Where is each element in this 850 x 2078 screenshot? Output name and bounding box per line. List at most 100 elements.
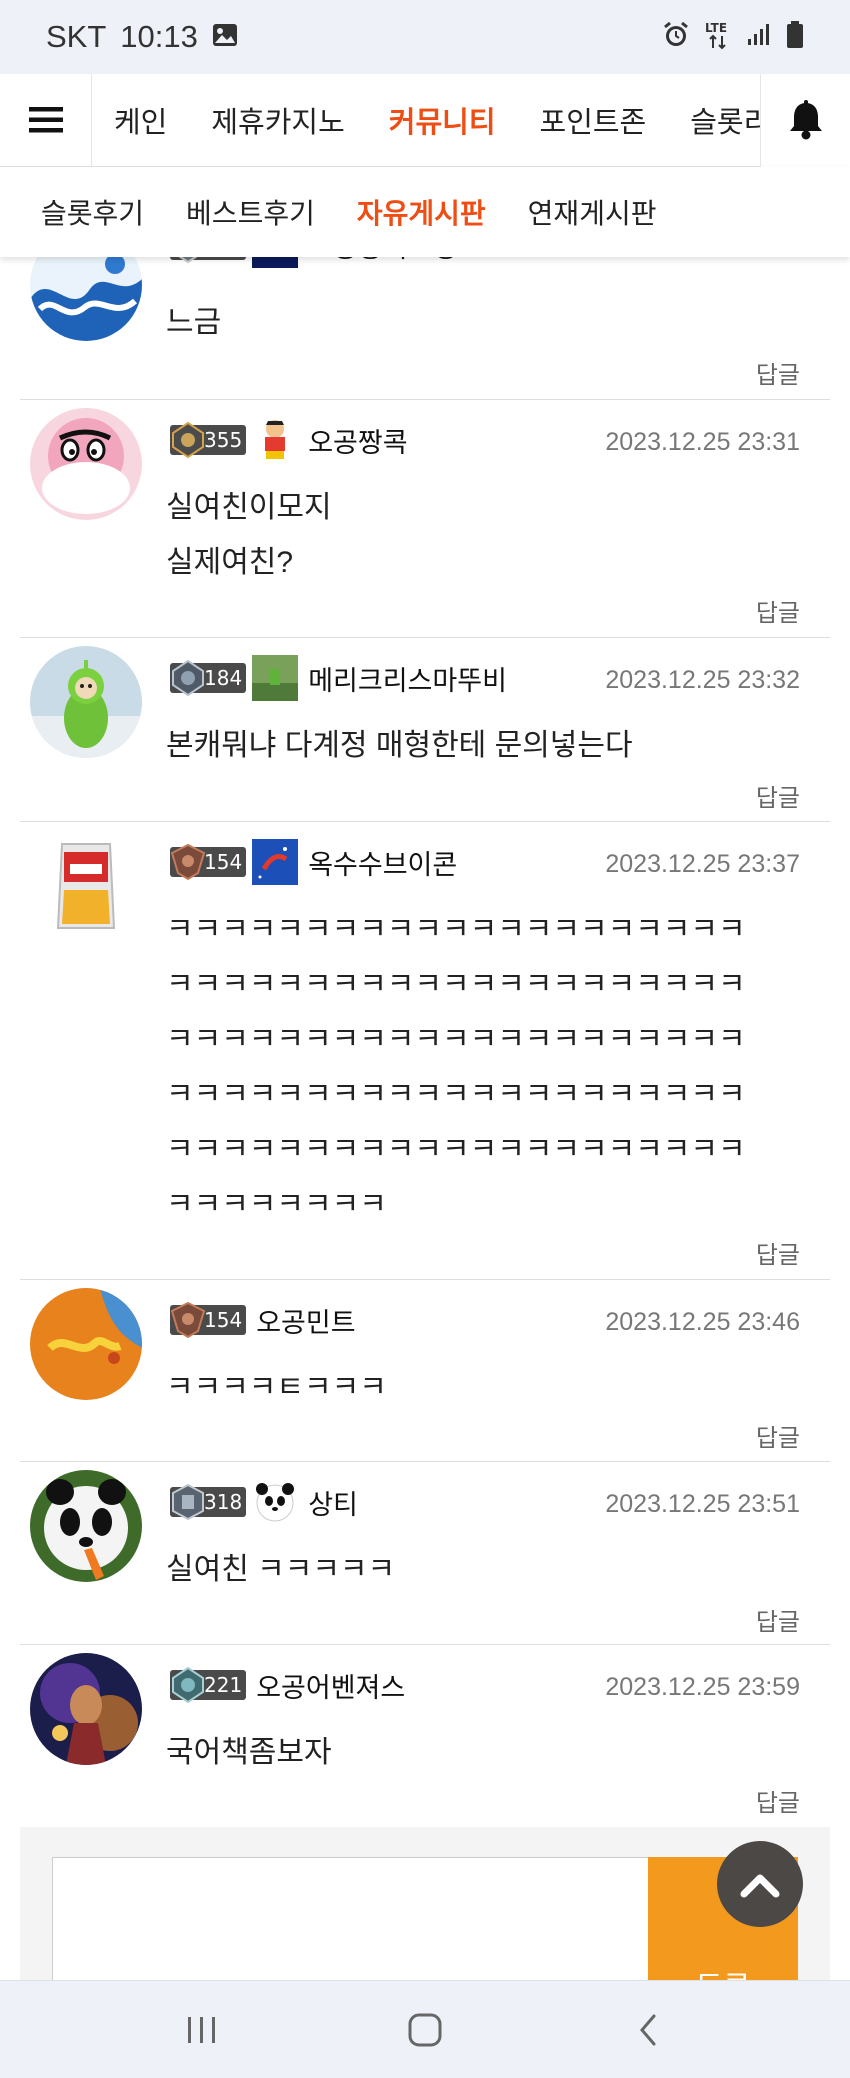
nav-item-point-zone[interactable]: 포인트존 bbox=[518, 99, 669, 141]
hamburger-icon bbox=[28, 107, 63, 133]
clock-time: 10:13 bbox=[120, 19, 198, 54]
avatar[interactable] bbox=[30, 1288, 142, 1400]
home-icon bbox=[408, 2013, 442, 2046]
comment-line: 느금 bbox=[166, 306, 222, 339]
comment-item: 169 오공승리요정 2023.12.25 23:30 느금 답글 bbox=[20, 222, 830, 400]
rank-gem-icon bbox=[172, 1483, 204, 1521]
nickname[interactable]: 상티 bbox=[308, 1483, 358, 1522]
level-number: 318 bbox=[204, 1490, 243, 1514]
user-icon bbox=[252, 1479, 298, 1525]
system-nav-bar bbox=[0, 1980, 850, 2078]
subnav-item-slot-review[interactable]: 슬롯후기 bbox=[20, 192, 165, 232]
level-badge: 355 bbox=[170, 421, 247, 459]
avatar[interactable] bbox=[30, 1470, 142, 1582]
level-badge: 221 bbox=[170, 1666, 247, 1704]
avatar[interactable] bbox=[30, 646, 142, 758]
avatar[interactable] bbox=[30, 1653, 142, 1765]
subnav-item-best-review[interactable]: 베스트후기 bbox=[165, 192, 336, 232]
back-icon bbox=[640, 2014, 656, 2045]
comment-line: ㅋㅋㅋㅋㅋㅋㅋㅋ bbox=[166, 1188, 387, 1221]
nav-item-partner-casino[interactable]: 제휴카지노 bbox=[189, 99, 366, 141]
comment-date: 2023.12.25 23:37 bbox=[605, 850, 800, 878]
comment-date: 2023.12.25 23:51 bbox=[605, 1490, 800, 1518]
rank-gem-icon bbox=[172, 1666, 204, 1704]
nav-item-slot[interactable]: 슬롯리 bbox=[668, 99, 760, 141]
level-badge: 154 bbox=[170, 1301, 247, 1339]
status-bar: SKT 10:13 LTE bbox=[0, 0, 850, 74]
reply-button[interactable]: 답글 bbox=[756, 1418, 800, 1453]
back-button[interactable] bbox=[603, 2000, 693, 2060]
comment-line: ㅋㅋㅋㅋㅋㅋㅋㅋㅋㅋㅋㅋㅋㅋㅋㅋㅋㅋㅋㅋㅋ bbox=[166, 913, 746, 946]
comment-item: 154 옥수수브이콘 2023.12.25 23:37 ㅋㅋㅋㅋㅋㅋㅋㅋㅋㅋㅋㅋ… bbox=[20, 822, 830, 1280]
subnav-item-serial-board[interactable]: 연재게시판 bbox=[507, 192, 678, 232]
alarm-icon bbox=[662, 21, 690, 54]
comment-line: 실여친 ㅋㅋㅋㅋㅋ bbox=[166, 1553, 396, 1586]
reply-button[interactable]: 답글 bbox=[756, 593, 800, 628]
comment-line: 실여친이모지 bbox=[166, 491, 332, 524]
avatar[interactable] bbox=[30, 830, 142, 942]
avatar[interactable] bbox=[30, 408, 142, 520]
level-number: 154 bbox=[204, 850, 243, 874]
lte-icon: LTE bbox=[704, 20, 732, 55]
reply-button[interactable]: 답글 bbox=[756, 1602, 800, 1637]
comment-date: 2023.12.25 23:46 bbox=[605, 1308, 800, 1336]
level-number: 154 bbox=[204, 1308, 243, 1332]
reply-button[interactable]: 답글 bbox=[756, 355, 800, 390]
comment-meta: 184 메리크리스마뚜비 bbox=[170, 655, 507, 701]
comment-item: 154 오공민트 2023.12.25 23:46 ㅋㅋㅋㅋㅌㅋㅋㅋ 답글 bbox=[20, 1280, 830, 1462]
comment-line: 국어책좀보자 bbox=[166, 1736, 332, 1769]
comment-line: ㅋㅋㅋㅋㅋㅋㅋㅋㅋㅋㅋㅋㅋㅋㅋㅋㅋㅋㅋㅋㅋ bbox=[166, 968, 746, 1001]
level-number: 221 bbox=[204, 1673, 243, 1697]
gallery-icon bbox=[212, 19, 238, 55]
user-icon bbox=[252, 655, 299, 701]
carrier-label: SKT bbox=[46, 19, 107, 54]
level-badge: 184 bbox=[170, 659, 247, 697]
nickname[interactable]: 오공어벤져스 bbox=[256, 1666, 405, 1705]
comment-body: 실여친이모지 실제여친? bbox=[166, 480, 806, 590]
comment-line: ㅋㅋㅋㅋㅌㅋㅋㅋ bbox=[166, 1371, 387, 1404]
top-nav: 케인 제휴카지노 커뮤니티 포인트존 슬롯리 bbox=[0, 73, 850, 167]
nav-item-community[interactable]: 커뮤니티 bbox=[367, 99, 518, 141]
rank-gem-icon bbox=[170, 1301, 206, 1339]
comment-body: 본캐뭐냐 다계정 매형한테 문의넣는다 bbox=[166, 718, 806, 773]
comment-meta: 154 오공민트 bbox=[170, 1298, 356, 1342]
comment-date: 2023.12.25 23:31 bbox=[605, 428, 800, 456]
recent-apps-button[interactable] bbox=[157, 2000, 247, 2060]
nickname[interactable]: 옥수수브이콘 bbox=[308, 843, 457, 882]
comment-body: ㅋㅋㅋㅋㅌㅋㅋㅋ bbox=[166, 1360, 806, 1415]
comment-date: 2023.12.25 23:32 bbox=[605, 666, 800, 694]
home-button[interactable] bbox=[380, 2000, 470, 2060]
comment-meta: 221 오공어벤져스 bbox=[170, 1663, 405, 1707]
sub-nav: 슬롯후기 베스트후기 자유게시판 연재게시판 bbox=[0, 167, 850, 257]
user-icon bbox=[252, 839, 299, 885]
reply-button[interactable]: 답글 bbox=[756, 1783, 800, 1818]
comment-line: ㅋㅋㅋㅋㅋㅋㅋㅋㅋㅋㅋㅋㅋㅋㅋㅋㅋㅋㅋㅋㅋ bbox=[166, 1023, 746, 1056]
chevron-up-icon bbox=[740, 1874, 780, 1898]
comment-item: 184 메리크리스마뚜비 2023.12.25 23:32 본캐뭐냐 다계정 매… bbox=[20, 638, 830, 822]
menu-button[interactable] bbox=[0, 73, 92, 167]
level-badge: 154 bbox=[170, 843, 247, 881]
comment-item: 318 상티 2023.12.25 23:51 실여친 ㅋㅋㅋㅋㅋ 답글 bbox=[20, 1462, 830, 1645]
level-badge: 318 bbox=[170, 1483, 247, 1521]
subnav-item-free-board[interactable]: 자유게시판 bbox=[336, 192, 507, 232]
nav-item-kane[interactable]: 케인 bbox=[92, 99, 189, 141]
reply-button[interactable]: 답글 bbox=[756, 1235, 800, 1270]
comment-body: 국어책좀보자 bbox=[166, 1725, 806, 1780]
comment-line: 본캐뭐냐 다계정 매형한테 문의넣는다 bbox=[166, 729, 633, 762]
nickname[interactable]: 오공짱콕 bbox=[308, 421, 407, 460]
scroll-top-button[interactable] bbox=[717, 1841, 803, 1927]
recent-apps-icon bbox=[187, 2016, 215, 2043]
comment-meta: 318 상티 bbox=[170, 1480, 358, 1524]
battery-icon bbox=[786, 20, 804, 54]
level-number: 355 bbox=[204, 428, 243, 452]
nav-menu: 케인 제휴카지노 커뮤니티 포인트존 슬롯리 bbox=[92, 74, 760, 167]
rank-gem-icon bbox=[172, 659, 204, 697]
comment-item: 221 오공어벤져스 2023.12.25 23:59 국어책좀보자 답글 bbox=[20, 1645, 830, 1827]
nickname[interactable]: 메리크리스마뚜비 bbox=[308, 659, 507, 698]
nickname[interactable]: 오공민트 bbox=[256, 1301, 355, 1340]
rank-gem-icon bbox=[170, 843, 206, 881]
notification-button[interactable] bbox=[760, 73, 850, 167]
comment-line: ㅋㅋㅋㅋㅋㅋㅋㅋㅋㅋㅋㅋㅋㅋㅋㅋㅋㅋㅋㅋㅋ bbox=[166, 1133, 746, 1166]
comment-item: 355 오공짱콕 2023.12.25 23:31 실여친이모지 실제여친? 답… bbox=[20, 400, 830, 638]
reply-button[interactable]: 답글 bbox=[756, 778, 800, 813]
